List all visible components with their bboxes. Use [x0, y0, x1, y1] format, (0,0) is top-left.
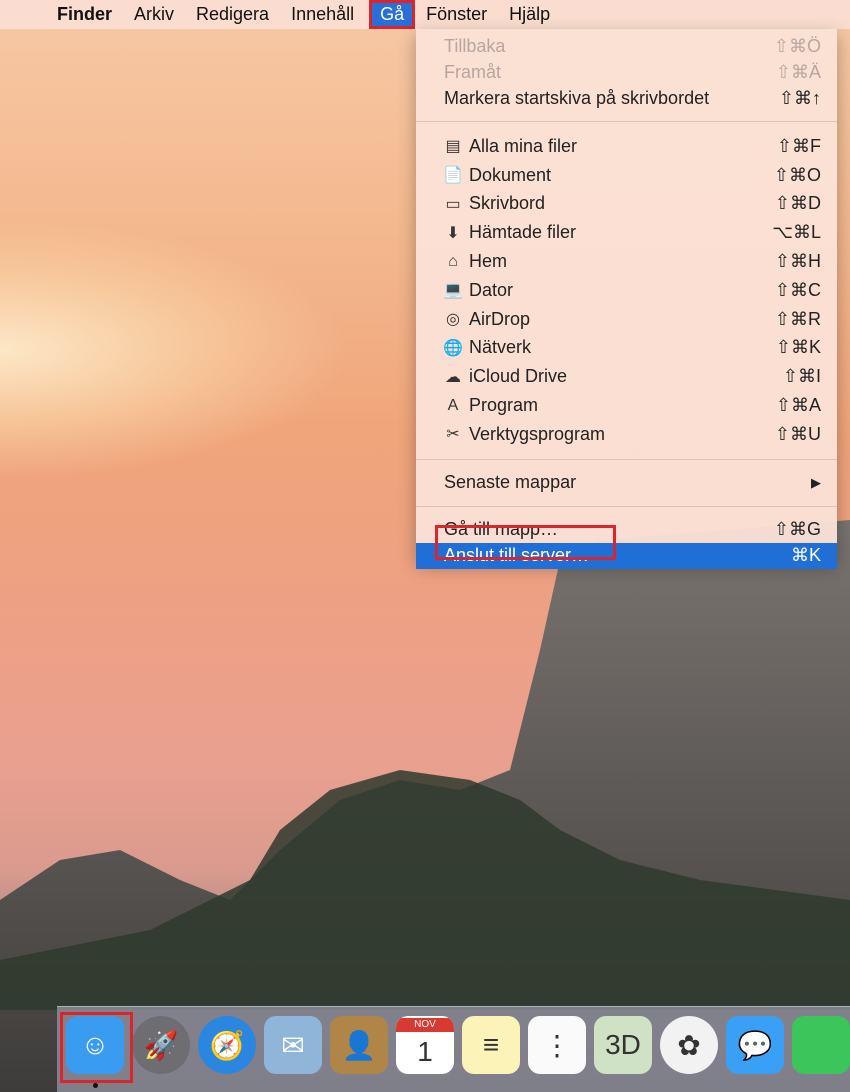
shortcut: ⇧⌘R	[774, 308, 821, 329]
menu-item-nav-1[interactable]: Framåt ⇧⌘Ä	[416, 59, 837, 85]
menu-item-place-2[interactable]: ▭ Skrivbord ⇧⌘D	[416, 190, 837, 219]
menu-item-place-4[interactable]: ⌂ Hem ⇧⌘H	[416, 247, 837, 276]
menu-item-place-8[interactable]: ☁ iCloud Drive ⇧⌘I	[416, 362, 837, 391]
menu-item-label: Nätverk	[469, 337, 532, 358]
applications-icon: A	[447, 396, 459, 414]
menu-item-place-0[interactable]: ▤ Alla mina filer ⇧⌘F	[416, 132, 837, 161]
shortcut: ⇧⌘C	[774, 279, 821, 300]
shortcut: ⇧⌘H	[774, 251, 821, 272]
menu-item-label: Dator	[469, 279, 514, 300]
highlight-box-connect	[435, 525, 616, 560]
running-indicator	[93, 1083, 98, 1088]
menu-item-place-10[interactable]: ✂ Verktygsprogram ⇧⌘U	[416, 420, 837, 449]
separator	[416, 121, 837, 122]
menu-arkiv[interactable]: Arkiv	[123, 0, 185, 29]
menu-item-label: Skrivbord	[469, 193, 546, 214]
utilities-icon: ✂	[446, 426, 460, 444]
menu-bar: Finder Arkiv Redigera Innehåll Gå Fönste…	[0, 0, 850, 29]
menu-item-label: Alla mina filer	[469, 135, 578, 156]
apple-menu-icon[interactable]	[0, 0, 46, 29]
menu-item-label: AirDrop	[469, 308, 531, 329]
safari-glyph: 🧭	[209, 1029, 245, 1061]
icloud-icon: ☁	[445, 368, 461, 386]
dock-photos-icon[interactable]: ✿	[660, 1016, 718, 1074]
menu-item-label: Framåt	[444, 61, 502, 82]
separator	[416, 458, 837, 460]
shortcut: ⇧⌘O	[773, 164, 821, 185]
dock-messages-icon[interactable]: 💬	[726, 1016, 784, 1074]
menu-item-label: iCloud Drive	[469, 366, 568, 387]
menu-item-place-1[interactable]: 📄 Dokument ⇧⌘O	[416, 161, 837, 190]
contacts-glyph: 👤	[341, 1029, 377, 1061]
computer-icon: 💻	[443, 282, 463, 300]
documents-icon: 📄	[443, 167, 463, 185]
dock-notes-icon[interactable]: ≡	[462, 1016, 520, 1074]
launchpad-glyph: 🚀	[143, 1029, 179, 1061]
photos-glyph: ✿	[677, 1029, 701, 1061]
menu-item-label: Markera startskiva på skrivbordet	[444, 87, 710, 108]
menu-item-place-6[interactable]: ◎ AirDrop ⇧⌘R	[416, 305, 837, 334]
dock-reminders-icon[interactable]: ⋮	[528, 1016, 586, 1074]
shortcut: ⌥⌘L	[772, 222, 821, 243]
maps-glyph: 3D	[605, 1029, 641, 1060]
dock-contacts-icon[interactable]: 👤	[330, 1016, 388, 1074]
reminders-glyph: ⋮	[543, 1029, 571, 1061]
menu-innehall[interactable]: Innehåll	[280, 0, 365, 29]
menu-item-place-5[interactable]: 💻 Dator ⇧⌘C	[416, 276, 837, 305]
menu-item-recent-folders[interactable]: Senaste mappar ▶	[416, 470, 837, 496]
menu-item-place-9[interactable]: A Program ⇧⌘A	[416, 391, 837, 420]
go-menu-dropdown: Tillbaka ⇧⌘Ö Framåt ⇧⌘Ä Markera startskiva p…	[416, 29, 837, 569]
messages-glyph: 💬	[737, 1029, 773, 1061]
menu-item-label: Tillbaka	[444, 35, 506, 56]
shortcut: ⇧⌘↑	[778, 87, 821, 108]
menu-item-nav-0[interactable]: Tillbaka ⇧⌘Ö	[416, 33, 837, 59]
separator	[416, 505, 837, 507]
dock-calendar-icon[interactable]: NOV 1	[396, 1016, 454, 1074]
downloads-icon: ⬇	[446, 224, 460, 242]
shortcut: ⇧⌘G	[773, 519, 821, 540]
dock-launchpad-icon[interactable]: 🚀	[132, 1016, 190, 1074]
menu-hjalp[interactable]: Hjälp	[498, 0, 561, 29]
menu-item-place-3[interactable]: ⬇ Hämtade filer ⌥⌘L	[416, 218, 837, 247]
shortcut: ⇧⌘A	[775, 395, 821, 416]
menu-redigera[interactable]: Redigera	[185, 0, 280, 29]
menu-item-place-7[interactable]: 🌐 Nätverk ⇧⌘K	[416, 334, 837, 363]
menu-item-nav-2[interactable]: Markera startskiva på skrivbordet ⇧⌘↑	[416, 85, 837, 111]
airdrop-icon: ◎	[446, 311, 460, 329]
shortcut: ⌘K	[790, 545, 821, 566]
dock-safari-icon[interactable]: 🧭	[198, 1016, 256, 1074]
menu-item-label: Hämtade filer	[469, 222, 577, 243]
dock-maps-icon[interactable]: 3D	[594, 1016, 652, 1074]
home-icon: ⌂	[448, 252, 458, 270]
highlight-box-finder	[60, 1012, 133, 1083]
shortcut: ⇧⌘U	[774, 423, 821, 444]
menu-item-label: Hem	[469, 251, 508, 272]
notes-glyph: ≡	[482, 1029, 500, 1060]
all-files-icon: ▤	[445, 138, 461, 156]
shortcut: ⇧⌘Ö	[773, 35, 821, 56]
menu-item-label: Senaste mappar	[444, 472, 577, 493]
calendar-month: NOV	[396, 1018, 454, 1032]
shortcut: ⇧⌘K	[775, 337, 821, 358]
calendar-glyph: 1	[417, 1036, 433, 1067]
shortcut: ⇧⌘D	[774, 193, 821, 214]
menu-item-label: Program	[469, 395, 539, 416]
menu-fonster[interactable]: Fönster	[415, 0, 498, 29]
menu-item-label: Verktygsprogram	[469, 423, 606, 444]
submenu-arrow-icon: ▶	[811, 474, 821, 490]
shortcut: ⇧⌘I	[782, 366, 821, 387]
menu-finder[interactable]: Finder	[46, 0, 123, 29]
menu-item-label: Dokument	[469, 164, 552, 185]
desktop-icon: ▭	[445, 195, 461, 213]
dock-mail-icon[interactable]: ✉	[264, 1016, 322, 1074]
dock-facetime-icon[interactable]	[792, 1016, 850, 1074]
shortcut: ⇧⌘F	[776, 135, 821, 156]
menu-ga[interactable]: Gå	[369, 0, 416, 29]
mail-glyph: ✉	[281, 1029, 305, 1061]
shortcut: ⇧⌘Ä	[775, 61, 821, 82]
network-icon: 🌐	[443, 339, 463, 357]
